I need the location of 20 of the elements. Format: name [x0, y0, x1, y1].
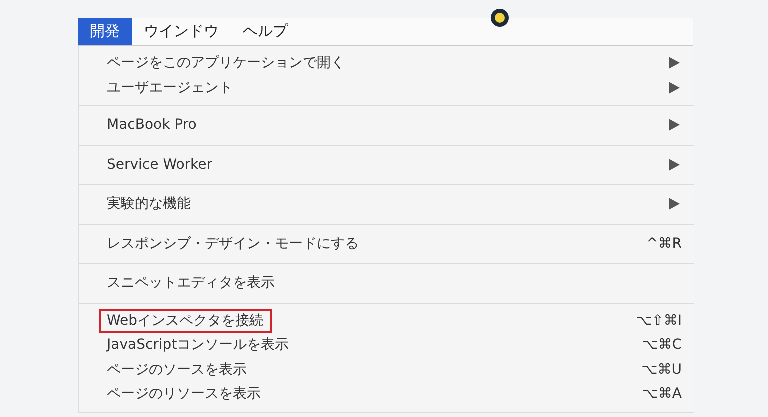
menu-bar-item[interactable]: ウインドウ	[132, 18, 231, 45]
menu-item[interactable]: JavaScriptコンソールを表示	[99, 333, 298, 358]
shortcut-label: ⌥⌘U	[642, 360, 682, 379]
menu-item[interactable]: ユーザエージェント	[99, 76, 241, 100]
menu-item[interactable]: ページのリソースを表示	[99, 382, 269, 406]
menu-item[interactable]: ページのソースを表示	[99, 358, 255, 382]
shortcut-label: ⌥⇧⌘I	[636, 312, 682, 330]
menu-bar-item[interactable]: ヘルプ	[231, 18, 300, 45]
menu-item[interactable]: スニペットエディタを表示	[99, 271, 283, 296]
menu-bar-item[interactable]: 開発	[78, 18, 132, 45]
menu-item[interactable]: レスポンシブ・デザイン・モードにする	[99, 232, 367, 256]
shortcut-label: ^⌘R	[646, 234, 682, 253]
menu-item[interactable]: 実験的な機能	[99, 192, 199, 216]
menu-item[interactable]: MacBook Pro	[99, 113, 205, 138]
menu-item[interactable]: Service Worker	[99, 152, 221, 177]
shortcut-label: ⌥⌘A	[642, 385, 682, 404]
shortcut-label: ⌥⌘C	[642, 336, 682, 354]
menu-item[interactable]: ページをこのアプリケーションで開く	[99, 51, 353, 76]
cursor-dot-icon	[490, 8, 510, 28]
menu-item[interactable]: Webインスペクタを接続	[99, 308, 272, 333]
